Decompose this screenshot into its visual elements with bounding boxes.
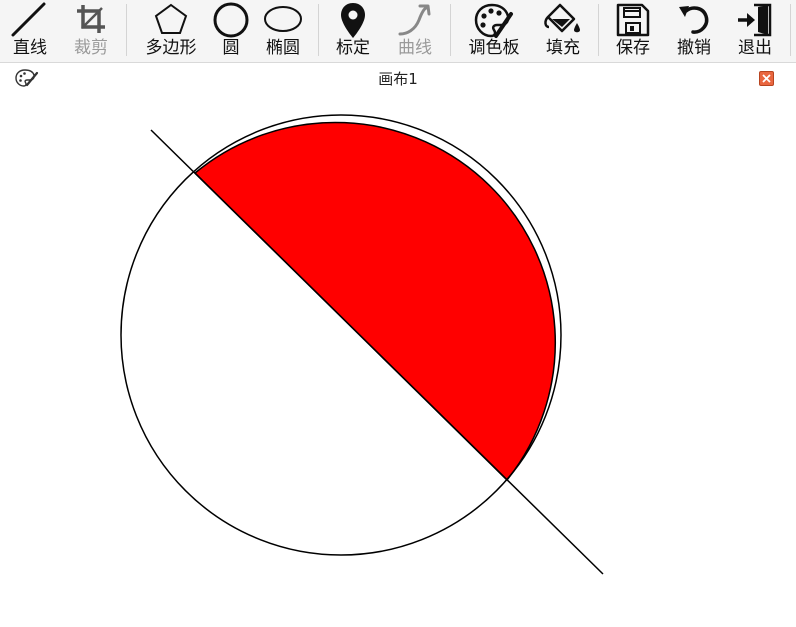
exit-label: 退出 <box>738 38 772 58</box>
toolbar-separator <box>318 4 319 56</box>
toolbar-separator <box>598 4 599 56</box>
canvas-drawing <box>0 94 796 627</box>
save-label: 保存 <box>616 38 650 58</box>
toolbar-separator <box>450 4 451 56</box>
line-tool-button[interactable]: 直线 <box>4 0 56 62</box>
curve-tool-button[interactable]: 曲线 <box>388 0 442 62</box>
polygon-tool-button[interactable]: 多边形 <box>140 0 202 62</box>
paint-app: 直线 裁剪 多边形 圆 椭圆 标定 曲线 调色板 填充 保存 撤销 退出 画布1 <box>0 0 796 627</box>
canvas-title: 画布1 <box>378 70 418 88</box>
palette-tool-label: 调色板 <box>468 38 520 58</box>
palette-tool-button[interactable]: 调色板 <box>462 0 526 62</box>
toolbar-separator <box>126 4 127 56</box>
toolbar-separator <box>790 4 791 56</box>
fill-tool-label: 填充 <box>546 38 580 58</box>
circle-tool-label: 圆 <box>222 38 240 58</box>
fill-tool-button[interactable]: 填充 <box>536 0 590 62</box>
polygon-tool-label: 多边形 <box>145 38 197 58</box>
exit-button[interactable]: 退出 <box>730 0 780 62</box>
toolbar: 直线 裁剪 多边形 圆 椭圆 标定 曲线 调色板 填充 保存 撤销 退出 <box>0 0 796 63</box>
circle-tool-button[interactable]: 圆 <box>208 0 254 62</box>
mark-tool-label: 标定 <box>336 38 370 58</box>
curve-tool-label: 曲线 <box>398 38 432 58</box>
close-icon <box>762 74 771 83</box>
line-tool-label: 直线 <box>13 38 47 58</box>
line-icon <box>11 2 46 37</box>
floppy-disk-icon <box>616 3 650 37</box>
mark-tool-button[interactable]: 标定 <box>328 0 378 62</box>
save-button[interactable]: 保存 <box>608 0 658 62</box>
crop-tool-label: 裁剪 <box>74 38 108 58</box>
close-canvas-button[interactable] <box>759 71 774 86</box>
undo-button[interactable]: 撤销 <box>668 0 720 62</box>
palette-icon <box>474 3 513 38</box>
crop-icon <box>77 5 105 33</box>
paint-bucket-icon <box>544 3 580 33</box>
crop-tool-button[interactable]: 裁剪 <box>64 0 118 62</box>
ellipse-tool-label: 椭圆 <box>266 38 300 58</box>
exit-door-icon <box>738 3 772 37</box>
curve-arrow-icon <box>398 4 431 36</box>
ellipse-tool-button[interactable]: 椭圆 <box>260 0 306 62</box>
ellipse-icon <box>264 6 302 32</box>
canvas-title-bar: 画布1 <box>0 64 796 94</box>
pentagon-icon <box>154 3 188 34</box>
map-pin-icon <box>341 3 365 38</box>
undo-label: 撤销 <box>677 38 711 58</box>
undo-icon <box>679 6 709 34</box>
drawing-canvas[interactable] <box>0 94 796 627</box>
circle-icon <box>213 2 249 38</box>
